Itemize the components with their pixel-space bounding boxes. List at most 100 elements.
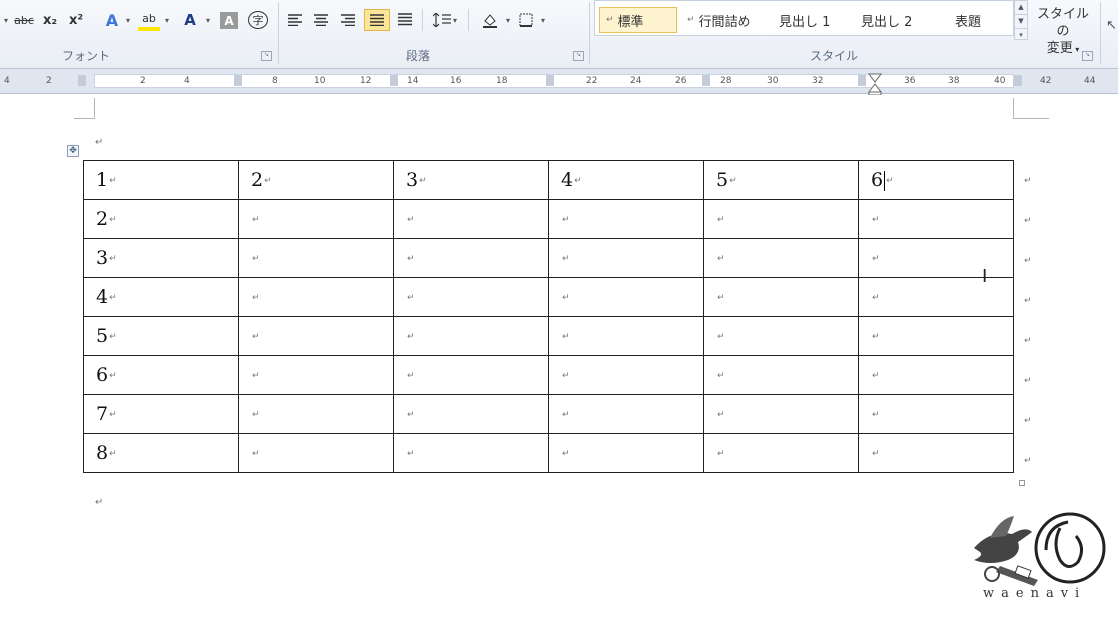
table-cell[interactable]: 7↵ [83,394,239,434]
table-cell[interactable]: 5↵ [703,160,859,200]
column-marker[interactable] [78,75,86,86]
column-marker[interactable] [1014,75,1022,86]
column-marker[interactable] [702,75,710,86]
table-cell[interactable]: ↵ [548,199,704,239]
style-gallery-scroll[interactable]: ▲ ▼ ▾ [1014,0,1028,40]
table-cell[interactable]: ↵ [548,238,704,278]
table-cell[interactable]: ↵ [703,199,859,239]
table-cell[interactable]: ↵ [858,277,1014,317]
align-left-icon[interactable] [285,9,305,31]
table-cell[interactable]: ↵ [548,355,704,395]
table-cell[interactable]: 3↵ [83,238,239,278]
chevron-down-icon[interactable]: ▼ [1015,14,1027,28]
table-cell[interactable]: 6↵ [858,160,1014,200]
shading-icon[interactable] [478,9,502,31]
table-cell[interactable]: ↵ [238,355,394,395]
table-cell[interactable]: ↵ [703,355,859,395]
table-cell[interactable]: ↵ [393,199,549,239]
style-item-no-spacing[interactable]: ↵ 行間詰め [687,7,751,33]
align-right-icon[interactable] [338,9,358,31]
highlight-dropdown[interactable]: ▾ [161,9,171,31]
cell-end-mark-icon: ↵ [407,410,415,420]
table-cell[interactable]: ↵ [858,394,1014,434]
table-cell[interactable]: ↵ [703,433,859,473]
paragraph-dialog-launcher-icon[interactable]: ↘ [573,51,584,61]
table-cell[interactable]: ↵ [393,316,549,356]
table-cell[interactable]: ↵ [238,316,394,356]
table-cell[interactable]: 1↵ [83,160,239,200]
borders-icon[interactable] [516,9,536,31]
text-effects-icon[interactable]: A [103,9,121,31]
horizontal-ruler[interactable]: 4 2 2 4 8 10 12 14 16 18 22 24 26 28 30 … [0,69,1118,94]
font-dialog-launcher-icon[interactable]: ↘ [261,51,272,61]
styles-dialog-launcher-icon[interactable]: ↘ [1082,51,1093,61]
style-item-standard[interactable]: ↵ 標準 [599,7,677,33]
table-move-handle-icon[interactable]: ✥ [67,145,79,157]
column-marker[interactable] [546,75,554,86]
table-cell[interactable]: ↵ [858,316,1014,356]
text-effects-dropdown[interactable]: ▾ [122,9,132,31]
table-cell[interactable]: ↵ [393,277,549,317]
table-resize-handle[interactable] [1019,480,1025,486]
table-cell[interactable]: ↵ [238,394,394,434]
table-cell[interactable]: ↵ [703,277,859,317]
font-color-icon[interactable]: A [180,9,200,31]
font-dropdown-arrow[interactable]: ▾ [0,9,10,31]
shading-dropdown[interactable]: ▾ [502,9,512,31]
document-table[interactable]: 1↵ 2↵ 3↵ 4↵ 5↵ 6 ↵ 2↵ ↵ ↵ ↵ ↵ ↵ 3↵ ↵ ↵ ↵ … [83,160,1014,473]
column-marker[interactable] [858,75,866,86]
cell-end-mark-icon: ↵ [872,332,880,342]
table-cell[interactable]: ↵ [548,433,704,473]
highlight-icon[interactable]: ab [138,9,160,31]
style-item-heading1[interactable]: 見出し 1 [779,7,830,33]
style-item-title[interactable]: 表題 [955,7,981,33]
table-cell[interactable]: 3↵ [393,160,549,200]
strikethrough-button[interactable]: abc [12,9,36,31]
table-cell[interactable]: ↵ [393,238,549,278]
table-cell[interactable]: 2↵ [238,160,394,200]
table-cell[interactable]: ↵ [858,238,1014,278]
table-cell[interactable]: ↵ [858,355,1014,395]
table-cell[interactable]: 5↵ [83,316,239,356]
table-cell[interactable]: ↵ [548,277,704,317]
table-cell[interactable]: ↵ [393,433,549,473]
table-cell[interactable]: ↵ [703,394,859,434]
align-center-icon[interactable] [311,9,331,31]
more-styles-icon[interactable]: ▾ [1015,28,1027,41]
distributed-icon[interactable] [394,9,416,31]
cell-text: 4 [96,286,109,308]
font-color-dropdown[interactable]: ▾ [202,9,212,31]
style-item-heading2[interactable]: 見出し 2 [861,7,912,33]
char-shading-icon[interactable]: A [220,12,238,29]
enclose-char-icon[interactable]: 字 [248,11,268,29]
table-cell[interactable]: ↵ [703,316,859,356]
line-spacing-icon[interactable]: ▾ [430,9,460,31]
table-cell[interactable]: ↵ [858,433,1014,473]
table-cell[interactable]: ↵ [393,394,549,434]
table-cell[interactable]: ↵ [548,394,704,434]
table-cell[interactable]: 2↵ [83,199,239,239]
table-cell[interactable]: ↵ [858,199,1014,239]
subscript-button[interactable]: x₂ [40,9,60,31]
column-marker[interactable] [234,75,242,86]
table-cell[interactable]: ↵ [548,316,704,356]
column-marker[interactable] [390,75,398,86]
table-cell[interactable]: ↵ [238,433,394,473]
indent-marker-icon[interactable] [868,73,882,95]
table-cell[interactable]: 8↵ [83,433,239,473]
table-cell[interactable]: ↵ [238,199,394,239]
table-cell[interactable]: 6↵ [83,355,239,395]
select-arrow-icon[interactable]: ↖ [1106,18,1117,33]
table-cell[interactable]: ↵ [238,238,394,278]
paragraph-mark-icon: ↵ [95,137,104,148]
borders-dropdown[interactable]: ▾ [537,9,547,31]
justify-icon[interactable] [364,9,390,31]
table-cell[interactable]: ↵ [238,277,394,317]
superscript-button[interactable]: x² [66,9,86,31]
table-cell[interactable]: 4↵ [548,160,704,200]
table-cell[interactable]: ↵ [393,355,549,395]
table-cell[interactable]: ↵ [703,238,859,278]
cell-end-mark-icon: ↵ [729,176,737,186]
chevron-up-icon[interactable]: ▲ [1015,1,1027,14]
table-cell[interactable]: 4↵ [83,277,239,317]
